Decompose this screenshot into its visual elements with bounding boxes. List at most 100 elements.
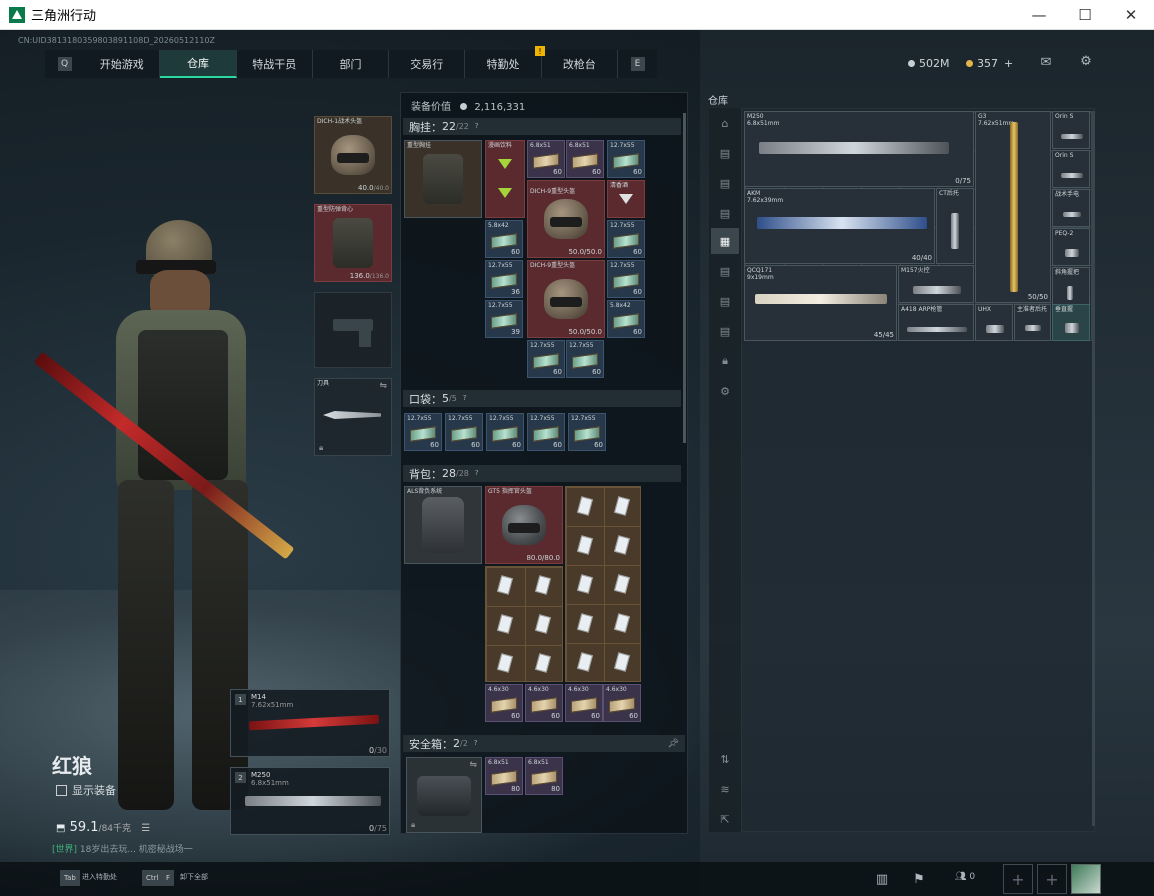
backpack-item-helmet[interactable]: GT5 指挥官头盔 80.0/80.0 [485, 486, 563, 564]
help-icon[interactable]: ? [474, 739, 483, 748]
pocket-item[interactable]: 12.7x55 60 [486, 413, 524, 451]
stash-tab-5[interactable]: ▤ [711, 258, 739, 284]
primary-weapon-slot[interactable]: 1 M14 7.62x51mm 0/30 [230, 689, 390, 757]
helmet-slot[interactable]: DICH-1战术头盔 40.0/40.0 [314, 116, 392, 194]
chest-item-ammo[interactable]: 12.7x55 60 [607, 140, 645, 178]
show-gear-checkbox[interactable] [56, 784, 67, 796]
stash-tab-lock-icon[interactable]: 🔒︎ [711, 348, 739, 374]
stash-tab-weapons[interactable]: ▦ [711, 228, 739, 254]
player-avatar[interactable] [1071, 864, 1101, 894]
stash-scrollbar[interactable] [1092, 111, 1095, 826]
chest-rig-slot[interactable]: 重型胸挂 [404, 140, 482, 218]
stash-item-scope[interactable]: Orin S [1052, 150, 1090, 188]
safe-item-ammo[interactable]: 6.8x51 80 [525, 757, 563, 795]
stash-item-stock[interactable]: CT后托 [936, 188, 974, 264]
safe-item-ammo[interactable]: 6.8x51 80 [485, 757, 523, 795]
friends-count[interactable]: 👥︎ 0 [955, 872, 975, 882]
stash-export-icon[interactable]: ⇱ [711, 806, 739, 832]
pistol-slot[interactable] [314, 292, 392, 368]
chest-item-ammo[interactable]: 12.7x55 60 [607, 260, 645, 298]
backpack-slot[interactable]: ALS背负系统 [404, 486, 482, 564]
stash-item-m250[interactable]: M250 6.8x51mm 0/75 [744, 111, 974, 187]
chest-item-helmet[interactable]: DICH-9重型头盔 50.0/50.0 [527, 260, 605, 338]
stash-tab-6[interactable]: ▤ [711, 288, 739, 314]
stash-item-flashlight[interactable]: 战术手电 [1052, 189, 1090, 227]
loadout-scrollbar[interactable] [683, 113, 686, 443]
stash-tab-3[interactable]: ▤ [711, 200, 739, 226]
minimize-button[interactable]: — [1016, 0, 1062, 30]
chest-item-ammo[interactable]: 12.7x55 60 [566, 340, 604, 378]
secondary-weapon-slot[interactable]: 2 M250 6.8x51mm 0/75 [230, 767, 390, 835]
tab-key[interactable]: Tab [60, 870, 80, 886]
stash-tab-home-icon[interactable]: ⌂ [711, 110, 739, 136]
chest-item-helmet[interactable]: DICH-9重型头盔 50.0/50.0 [527, 180, 605, 258]
stash-layers-icon[interactable]: ≋ [711, 776, 739, 802]
pocket-item[interactable]: 12.7x55 60 [445, 413, 483, 451]
chest-item-ammo[interactable]: 12.7x55 36 [485, 260, 523, 298]
team-slot-add-icon[interactable]: + [1003, 864, 1033, 894]
tab-operators[interactable]: 特战干员 [237, 50, 313, 78]
pocket-item[interactable]: 12.7x55 60 [527, 413, 565, 451]
chest-item-ammo[interactable]: 12.7x55 39 [485, 300, 523, 338]
keycard-grid[interactable] [485, 566, 563, 682]
tab-gunsmith[interactable]: 改枪台 [542, 50, 618, 78]
chest-item-drink[interactable]: 漫画饮料 [485, 140, 525, 218]
stash-item-rear-stock[interactable]: 主准者后托 [1014, 304, 1051, 341]
mail-icon[interactable]: ✉ [1037, 55, 1055, 70]
stash-item-grip[interactable]: 斜角握把 [1052, 267, 1090, 305]
add-currency-button[interactable]: + [1004, 57, 1013, 70]
armor-slot[interactable]: 重型防弹背心 136.0/136.0 [314, 204, 392, 282]
stash-item-uhx[interactable]: UHX [975, 304, 1013, 341]
stash-item-firecontrol[interactable]: M157火控 [898, 265, 974, 303]
tab-department[interactable]: 部门 [313, 50, 390, 78]
backpack-item-ammo[interactable]: 4.6x30 60 [565, 684, 603, 722]
keycard-grid[interactable] [565, 486, 641, 682]
tab-special-ops[interactable]: 特勤处 [465, 50, 542, 78]
stats-icon[interactable]: ▥ [873, 872, 891, 887]
chest-item-ammo[interactable]: 5.8x42 60 [485, 220, 523, 258]
f-key[interactable]: F [162, 870, 175, 886]
stash-item-scope[interactable]: Orin S [1052, 111, 1090, 149]
backpack-item-ammo[interactable]: 4.6x30 60 [485, 684, 523, 722]
ctrl-key[interactable]: Ctrl [142, 870, 163, 886]
close-button[interactable]: ✕ [1108, 0, 1154, 30]
help-icon[interactable]: ? [475, 469, 484, 478]
swap-icon[interactable]: ⇋ [469, 760, 477, 770]
stash-item-vertical-grip[interactable]: 垂直握 [1052, 304, 1090, 341]
stash-tab-settings-icon[interactable]: ⚙ [711, 378, 739, 404]
stash-item-g3[interactable]: G3 7.62x51mm 50/50 [975, 111, 1051, 303]
chest-item-drink[interactable]: 清香酒 [607, 180, 645, 218]
chest-item-ammo[interactable]: 12.7x55 60 [527, 340, 565, 378]
stash-item-laser[interactable]: PEQ-2 [1052, 228, 1090, 266]
safe-box-slot[interactable]: ⇋ 🔒︎ [406, 757, 482, 833]
chest-item-ammo[interactable]: 6.8x51 60 [566, 140, 604, 178]
stash-item-barrel[interactable]: A418 ARP枪管 [898, 304, 974, 341]
swap-icon[interactable]: ⇋ [379, 381, 387, 391]
maximize-button[interactable]: ☐ [1062, 0, 1108, 30]
chest-item-ammo[interactable]: 6.8x51 60 [527, 140, 565, 178]
pocket-item[interactable]: 12.7x55 60 [568, 413, 606, 451]
chest-item-ammo[interactable]: 12.7x55 60 [607, 220, 645, 258]
nav-prev-key[interactable]: Q [57, 57, 72, 71]
backpack-item-ammo[interactable]: 4.6x30 60 [525, 684, 563, 722]
stash-tab-1[interactable]: ▤ [711, 140, 739, 166]
badge-icon[interactable]: ⚑ [910, 872, 928, 887]
stash-item-akm[interactable]: AKM 7.62x39mm 40/40 [744, 188, 935, 264]
tab-warehouse[interactable]: 仓库 [160, 50, 237, 78]
world-chat-line[interactable]: [世界] 18岁出去玩... 机密秘战场一 [52, 842, 193, 855]
backpack-item-ammo[interactable]: 4.6x30 60 [603, 684, 641, 722]
help-icon[interactable]: ? [463, 394, 472, 403]
stash-sort-icon[interactable]: ⇅ [711, 746, 739, 772]
chest-item-ammo[interactable]: 5.8x42 60 [607, 300, 645, 338]
stash-tab-7[interactable]: ▤ [711, 318, 739, 344]
list-icon[interactable]: ☰ [141, 823, 150, 834]
tab-trading[interactable]: 交易行 [389, 50, 466, 78]
pocket-item[interactable]: 12.7x55 60 [404, 413, 442, 451]
team-slot-add-icon[interactable]: + [1037, 864, 1067, 894]
stash-tab-2[interactable]: ▤ [711, 170, 739, 196]
settings-gear-icon[interactable]: ⚙ [1077, 54, 1095, 69]
pin-icon[interactable]: 📌︎ [668, 739, 679, 749]
stash-item-qcq171[interactable]: QCQ171 9x19mm 45/45 [744, 265, 897, 341]
nav-next-key[interactable]: E [630, 57, 645, 71]
tab-start-game[interactable]: 开始游戏 [84, 50, 161, 78]
